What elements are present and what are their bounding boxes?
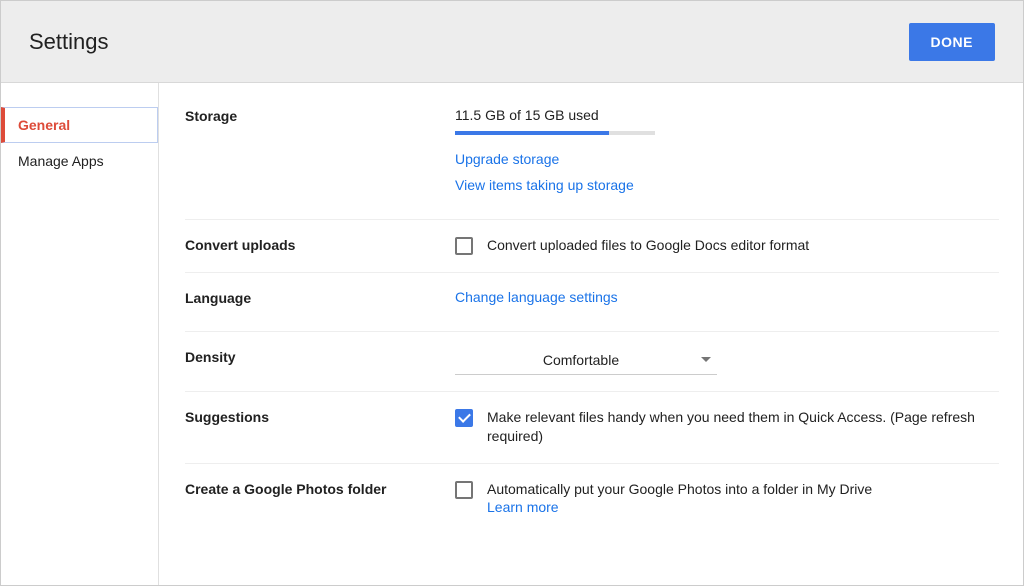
sidebar-item-manage-apps[interactable]: Manage Apps bbox=[1, 143, 158, 179]
page-title: Settings bbox=[29, 29, 109, 55]
convert-uploads-checkbox[interactable] bbox=[455, 237, 473, 255]
section-google-photos: Create a Google Photos folder Automatica… bbox=[185, 464, 999, 542]
density-label: Density bbox=[185, 348, 455, 375]
section-suggestions: Suggestions Make relevant files handy wh… bbox=[185, 392, 999, 464]
photos-desc: Automatically put your Google Photos int… bbox=[487, 480, 872, 500]
sidebar: General Manage Apps bbox=[1, 83, 159, 585]
photos-checkbox[interactable] bbox=[455, 481, 473, 499]
sidebar-item-general[interactable]: General bbox=[1, 107, 158, 143]
convert-label: Convert uploads bbox=[185, 236, 455, 256]
storage-label: Storage bbox=[185, 107, 455, 203]
photos-label: Create a Google Photos folder bbox=[185, 480, 455, 526]
convert-uploads-desc: Convert uploaded files to Google Docs ed… bbox=[487, 236, 809, 256]
settings-content: Storage 11.5 GB of 15 GB used Upgrade st… bbox=[159, 83, 1023, 585]
done-button[interactable]: DONE bbox=[909, 23, 995, 61]
section-convert-uploads: Convert uploads Convert uploaded files t… bbox=[185, 220, 999, 273]
change-language-link[interactable]: Change language settings bbox=[455, 289, 618, 305]
suggestions-label: Suggestions bbox=[185, 408, 455, 447]
view-items-storage-link[interactable]: View items taking up storage bbox=[455, 177, 999, 193]
upgrade-storage-link[interactable]: Upgrade storage bbox=[455, 151, 999, 167]
section-density: Density Comfortable bbox=[185, 332, 999, 392]
suggestions-desc: Make relevant files handy when you need … bbox=[487, 408, 999, 447]
storage-progress-fill bbox=[455, 131, 609, 135]
density-value: Comfortable bbox=[461, 352, 701, 368]
language-label: Language bbox=[185, 289, 455, 315]
suggestions-checkbox[interactable] bbox=[455, 409, 473, 427]
settings-body: General Manage Apps Storage 11.5 GB of 1… bbox=[1, 83, 1023, 585]
density-dropdown[interactable]: Comfortable bbox=[455, 348, 717, 375]
settings-header: Settings DONE bbox=[1, 1, 1023, 83]
photos-learn-more-link[interactable]: Learn more bbox=[487, 499, 559, 515]
storage-usage-text: 11.5 GB of 15 GB used bbox=[455, 107, 999, 123]
storage-progress-bar bbox=[455, 131, 655, 135]
section-language: Language Change language settings bbox=[185, 273, 999, 332]
chevron-down-icon bbox=[701, 357, 711, 362]
section-storage: Storage 11.5 GB of 15 GB used Upgrade st… bbox=[185, 107, 999, 220]
